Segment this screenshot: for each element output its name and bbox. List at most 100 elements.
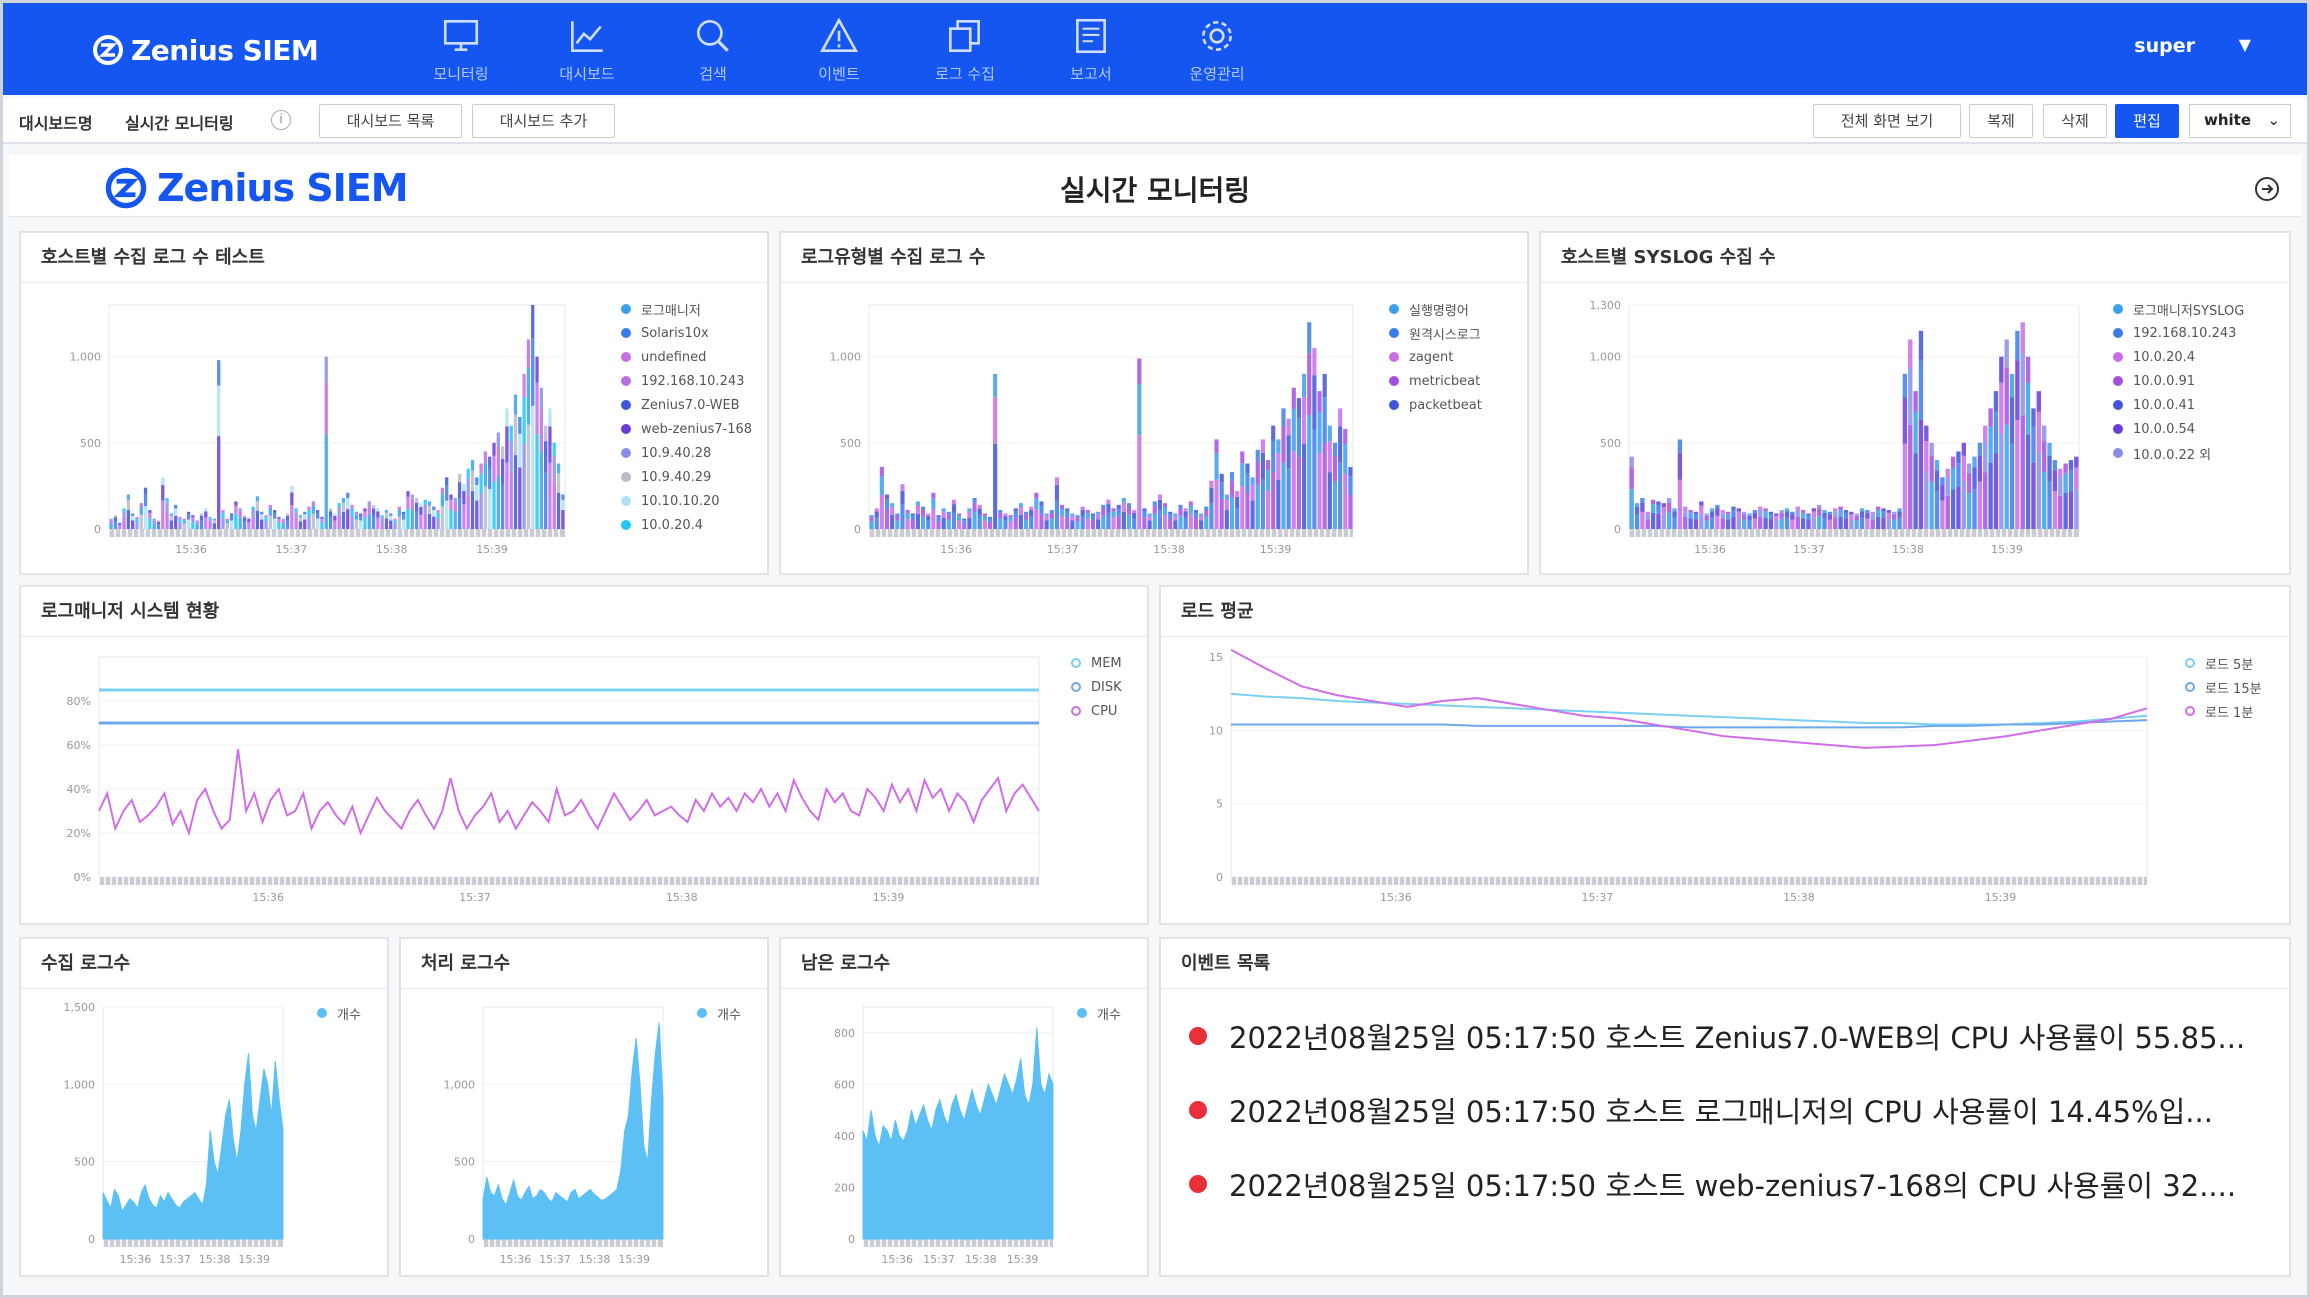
bar (1988, 426, 1993, 463)
bar (1650, 504, 1656, 513)
bar (1983, 425, 1988, 442)
bar (946, 519, 951, 529)
nav-item-monitoring[interactable]: 모니터링 (398, 15, 524, 91)
bar (1265, 491, 1271, 529)
nav-item-operations[interactable]: 운영관리 (1154, 15, 1280, 91)
legend-item[interactable]: 10.0.0.22 외 (2113, 441, 2244, 465)
legend-item[interactable]: 로그매니저SYSLOG (2113, 297, 2244, 321)
legend-item[interactable]: 10.9.40.28 (621, 441, 752, 465)
event-list-item[interactable]: 2022년08월25일 05:17:50 호스트 로그매니저의 CPU 사용률이… (1189, 1085, 2269, 1135)
bar (1859, 517, 1865, 529)
bar (303, 511, 307, 515)
exit-fullscreen-icon[interactable] (2253, 175, 2281, 203)
monitor-icon (443, 19, 479, 51)
bar (1983, 472, 1988, 529)
legend-item[interactable]: 개수 (1077, 1001, 1121, 1025)
bar (208, 522, 212, 529)
legend-item[interactable]: zagent (1389, 345, 1482, 369)
bar (2074, 456, 2079, 468)
legend-item[interactable]: 로드 15분 (2185, 675, 2262, 699)
legend-item[interactable]: CPU (1071, 699, 1122, 723)
theme-select[interactable]: white ⌄ (2189, 104, 2291, 138)
app-logo[interactable]: Zenius SIEM (91, 33, 319, 67)
bar (1763, 511, 1768, 518)
bar (1983, 441, 1988, 473)
legend-item[interactable]: 10.0.20.4 (2113, 345, 2244, 369)
legend-item[interactable]: web-zenius7-168 (621, 417, 752, 441)
legend-label: 로드 5분 (2205, 657, 2254, 673)
nav-item-search[interactable]: 검색 (650, 15, 776, 91)
bar (993, 373, 998, 398)
bar (376, 511, 380, 518)
bar (1902, 373, 1908, 398)
bar (1961, 455, 1966, 482)
user-menu-caret-icon[interactable]: ▼ (2239, 35, 2251, 54)
bar (1255, 449, 1260, 462)
bar (509, 441, 513, 473)
nav-item-report[interactable]: 보고서 (1028, 15, 1154, 91)
legend-item[interactable]: 개수 (317, 1001, 361, 1025)
bar (1875, 506, 1881, 510)
bar (466, 495, 470, 529)
legend-item[interactable]: 10.0.0.91 (2113, 369, 2244, 393)
bar (1811, 511, 1816, 518)
bar (169, 520, 174, 529)
legend-item[interactable]: 192.168.10.243 (621, 369, 752, 393)
bar (122, 508, 126, 512)
info-icon[interactable]: i (271, 110, 291, 130)
legend-item[interactable]: MEM (1071, 651, 1122, 675)
legend-item[interactable]: 로드 5분 (2185, 651, 2262, 675)
legend-item[interactable]: 10.0.20.4 (621, 513, 752, 537)
bar (2042, 441, 2047, 473)
legend-item[interactable]: Zenius7.0-WEB (621, 393, 752, 417)
series-line (1231, 719, 2148, 729)
delete-button[interactable]: 삭제 (2043, 104, 2107, 138)
user-name[interactable]: super (2134, 35, 2195, 57)
legend-item[interactable]: 원격시스로그 (1389, 321, 1482, 345)
legend-item[interactable]: DISK (1071, 675, 1122, 699)
bar (1039, 513, 1044, 529)
legend-item[interactable]: undefined (621, 345, 752, 369)
bar (1843, 518, 1849, 529)
legend-item[interactable]: 10.9.40.29 (621, 465, 752, 489)
bar (298, 521, 303, 529)
legend-item[interactable]: 로그매니저 (621, 297, 752, 321)
bar (1116, 515, 1121, 529)
bar (1044, 513, 1049, 516)
edit-button[interactable]: 편집 (2115, 104, 2179, 138)
event-severity-dot (1189, 1101, 1207, 1119)
event-list-item[interactable]: 2022년08월25일 05:17:50 호스트 web-zenius7-168… (1189, 1159, 2269, 1209)
dashboard-list-button[interactable]: 대시보드 목록 (319, 104, 462, 138)
legend-item[interactable]: 10.10.10.20 (621, 489, 752, 513)
bar (337, 507, 341, 515)
bar (393, 518, 397, 521)
bar (561, 494, 565, 500)
legend-item[interactable]: metricbeat (1389, 369, 1482, 393)
legend-item[interactable]: 로드 1분 (2185, 699, 2262, 723)
bar (910, 513, 915, 516)
bar (1065, 508, 1070, 512)
legend-item[interactable]: 10.0.0.41 (2113, 393, 2244, 417)
panel-title: 로그매니저 시스템 현황 (21, 587, 1147, 637)
bar (2047, 481, 2052, 529)
bar (1972, 467, 1977, 490)
legend-item[interactable]: 192.168.10.243 (2113, 321, 2244, 345)
legend-item[interactable]: 실행명령어 (1389, 297, 1482, 321)
nav-item-event[interactable]: 이벤트 (776, 15, 902, 91)
nav-item-dashboard[interactable]: 대시보드 (524, 15, 650, 91)
bar (212, 518, 217, 521)
bar (298, 517, 303, 522)
copy-button[interactable]: 복제 (1969, 104, 2033, 138)
dashboard-add-button[interactable]: 대시보드 추가 (472, 104, 615, 138)
bar (543, 425, 548, 442)
legend-item[interactable]: Solaris10x (621, 321, 752, 345)
legend-item[interactable]: packetbeat (1389, 393, 1482, 417)
nav-item-log-collect[interactable]: 로그 수집 (902, 15, 1028, 91)
x-tick-label: 15:38 (1783, 891, 1815, 904)
legend-item[interactable]: 개수 (697, 1001, 741, 1025)
event-list-item[interactable]: 2022년08월25일 05:17:50 호스트 Zenius7.0-WEB의 … (1189, 1011, 2269, 1061)
bar (977, 504, 982, 509)
bar (118, 523, 122, 526)
legend-item[interactable]: 10.0.0.54 (2113, 417, 2244, 441)
fullscreen-button[interactable]: 전체 화면 보기 (1813, 104, 1961, 138)
